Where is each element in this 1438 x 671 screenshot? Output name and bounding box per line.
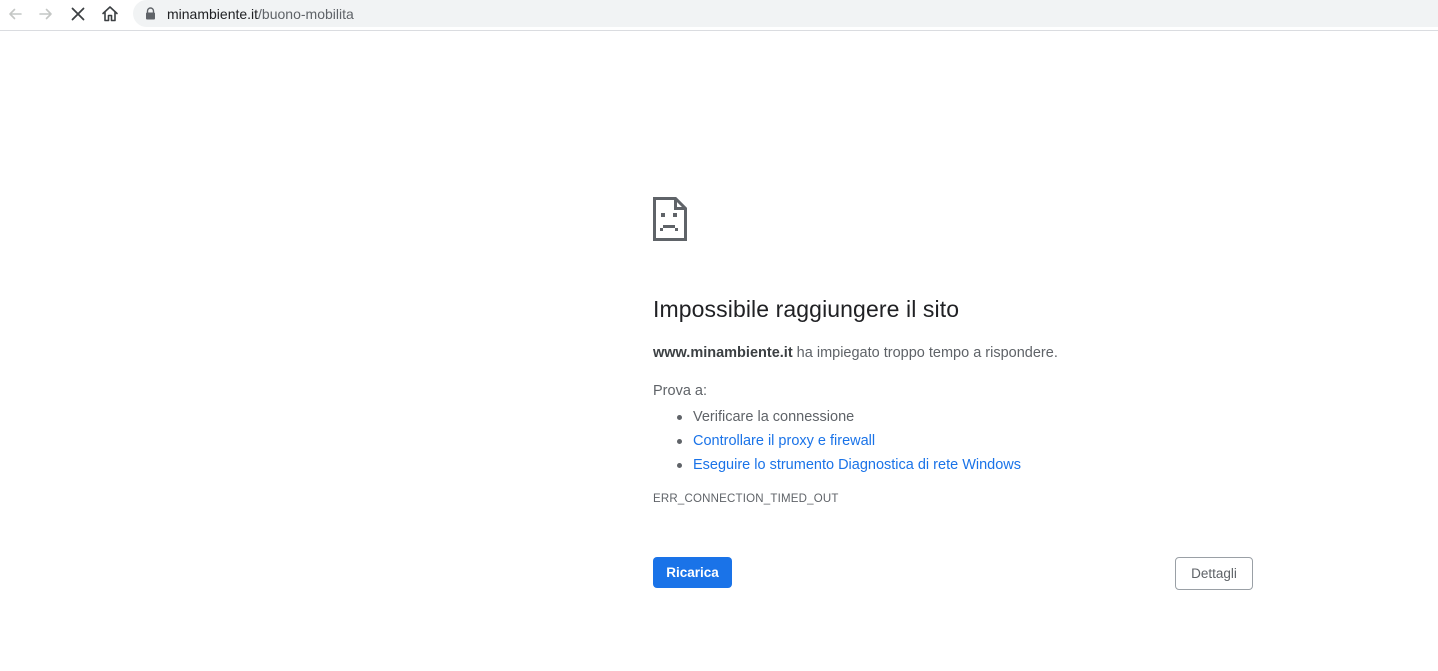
forward-button[interactable]: [34, 2, 58, 26]
lock-icon[interactable]: [145, 7, 157, 21]
reload-button[interactable]: Ricarica: [653, 557, 732, 588]
url-text[interactable]: minambiente.it/buono-mobilita: [167, 6, 354, 22]
error-page: Impossibile raggiungere il sito www.mina…: [653, 197, 1253, 505]
error-message-text: ha impiegato troppo tempo a rispondere.: [792, 345, 1058, 361]
suggestion-check-connection: Verificare la connessione: [693, 409, 855, 425]
arrow-right-icon: [39, 8, 52, 20]
list-item: Controllare il proxy e firewall: [653, 429, 1253, 453]
list-item: Eseguire lo strumento Diagnostica di ret…: [653, 453, 1253, 477]
url-path: /buono-mobilita: [258, 5, 354, 22]
back-button[interactable]: [3, 2, 27, 26]
error-title: Impossibile raggiungere il sito: [653, 296, 960, 322]
browser-toolbar: minambiente.it/buono-mobilita: [0, 0, 1438, 31]
sad-page-icon: [653, 197, 687, 241]
suggestions-label: Prova a:: [653, 383, 707, 399]
error-site: www.minambiente.it: [653, 345, 793, 361]
url-host: minambiente.it: [167, 5, 259, 22]
error-message: www.minambiente.it ha impiegato troppo t…: [653, 343, 1253, 363]
address-bar[interactable]: minambiente.it/buono-mobilita: [133, 0, 1438, 27]
home-icon: [102, 6, 118, 22]
error-code: ERR_CONNECTION_TIMED_OUT: [653, 493, 839, 505]
suggestion-proxy-firewall-link[interactable]: Controllare il proxy e firewall: [693, 433, 875, 449]
suggestions-list: Verificare la connessione Controllare il…: [653, 405, 1253, 477]
list-item: Verificare la connessione: [653, 405, 1253, 429]
suggestion-network-diagnostics-link[interactable]: Eseguire lo strumento Diagnostica di ret…: [693, 457, 1021, 473]
close-icon: [71, 7, 85, 21]
stop-loading-button[interactable]: [66, 2, 90, 26]
home-button[interactable]: [98, 2, 122, 26]
arrow-left-icon: [9, 8, 22, 20]
details-button[interactable]: Dettagli: [1175, 557, 1253, 590]
